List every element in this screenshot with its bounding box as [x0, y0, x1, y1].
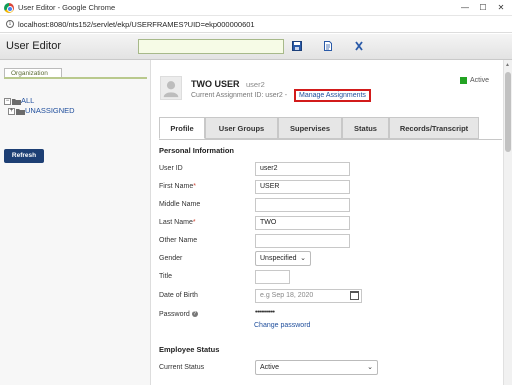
last-name-label-text: Last Name [159, 219, 193, 226]
help-icon[interactable]: ? [191, 311, 198, 318]
gender-select[interactable]: Unspecified ⌄ [255, 251, 311, 266]
avatar-icon [160, 76, 182, 100]
user-id-label: User ID [159, 165, 183, 172]
tab-user-groups[interactable]: User Groups [205, 117, 278, 139]
tab-status[interactable]: Status [342, 117, 389, 139]
first-name-label: First Name* [159, 183, 196, 190]
vertical-scrollbar[interactable]: ▲ [503, 60, 512, 385]
other-name-field[interactable] [255, 234, 350, 248]
title-field[interactable] [255, 270, 290, 284]
middle-name-field[interactable] [255, 198, 350, 212]
first-name-field[interactable]: USER [255, 180, 350, 194]
personal-information-heading: Personal Information [159, 146, 235, 155]
excel-export-icon[interactable] [354, 41, 364, 51]
left-panel: Organization − ALL + UNASSIGNED Refresh [0, 60, 151, 385]
refresh-button[interactable]: Refresh [4, 149, 44, 163]
user-profile-panel: TWO USER user2 Current Assignment ID: us… [152, 60, 512, 385]
url-text[interactable]: localhost:8080/nts152/servlet/ekp/USERFR… [18, 20, 255, 29]
tree-item-label[interactable]: ALL [21, 96, 34, 105]
tab-profile[interactable]: Profile [159, 117, 205, 139]
manage-assignments-link[interactable]: Manage Assignments [294, 89, 371, 102]
middle-name-label: Middle Name [159, 201, 201, 208]
tree-item-all[interactable]: − ALL [4, 96, 75, 106]
last-name-label: Last Name* [159, 219, 196, 226]
maximize-button[interactable]: ☐ [476, 2, 490, 14]
org-tree: − ALL + UNASSIGNED [4, 96, 75, 116]
save-icon[interactable] [292, 41, 302, 51]
password-label: Password ? [159, 311, 198, 318]
current-assignment-text: Current Assignment ID: user2 - [191, 92, 288, 99]
employee-status-heading: Employee Status [159, 345, 220, 354]
tab-underline [4, 77, 147, 79]
date-of-birth-field[interactable]: e.g Sep 18, 2020 [255, 289, 362, 303]
chevron-down-icon: ⌄ [300, 255, 306, 262]
current-status-selected-value: Active [260, 364, 280, 371]
status-badge: Active [470, 77, 490, 84]
calendar-icon[interactable] [350, 291, 359, 300]
current-status-label: Current Status [159, 364, 205, 371]
window-titlebar: User Editor - Google Chrome — ☐ ✕ [0, 0, 512, 16]
last-name-field[interactable]: TWO [255, 216, 350, 230]
collapse-icon[interactable]: − [4, 97, 11, 105]
search-input[interactable] [138, 39, 284, 54]
document-icon[interactable] [323, 41, 333, 51]
user-display-name: TWO USER [191, 79, 240, 89]
password-label-text: Password [159, 311, 190, 318]
scrollbar-thumb[interactable] [505, 72, 511, 152]
tab-records-transcript[interactable]: Records/Transcript [389, 117, 479, 139]
folder-icon [16, 108, 25, 115]
required-mark: * [192, 219, 196, 226]
info-icon[interactable]: i [6, 20, 14, 28]
gender-selected-value: Unspecified [260, 255, 297, 262]
first-name-label-text: First Name [159, 183, 194, 190]
app-header: User Editor [0, 34, 512, 60]
expand-icon[interactable]: + [8, 107, 15, 115]
other-name-label: Other Name [159, 237, 198, 244]
scroll-up-icon[interactable]: ▲ [505, 62, 510, 68]
required-mark: * [193, 183, 196, 190]
minimize-button[interactable]: — [458, 2, 472, 14]
address-bar[interactable]: i localhost:8080/nts152/servlet/ekp/USER… [0, 16, 512, 33]
user-id-field[interactable]: user2 [255, 162, 350, 176]
title-label: Title [159, 273, 172, 280]
change-password-link[interactable]: Change password [254, 322, 310, 329]
status-indicator [460, 77, 467, 84]
date-of-birth-label: Date of Birth [159, 292, 198, 299]
user-id-heading: user2 [246, 80, 265, 89]
current-status-select[interactable]: Active ⌄ [255, 360, 378, 375]
password-value: •••••••••• [255, 309, 275, 316]
tab-divider [159, 139, 502, 140]
app-title: User Editor [6, 40, 62, 52]
chrome-icon [4, 3, 14, 13]
folder-icon [12, 98, 21, 105]
chevron-down-icon: ⌄ [367, 364, 373, 371]
tab-supervises[interactable]: Supervises [278, 117, 342, 139]
close-button[interactable]: ✕ [494, 2, 508, 14]
window-title: User Editor - Google Chrome [18, 3, 116, 12]
tree-item-label[interactable]: UNASSIGNED [25, 106, 75, 115]
gender-label: Gender [159, 255, 183, 262]
tree-item-unassigned[interactable]: + UNASSIGNED [4, 106, 75, 116]
